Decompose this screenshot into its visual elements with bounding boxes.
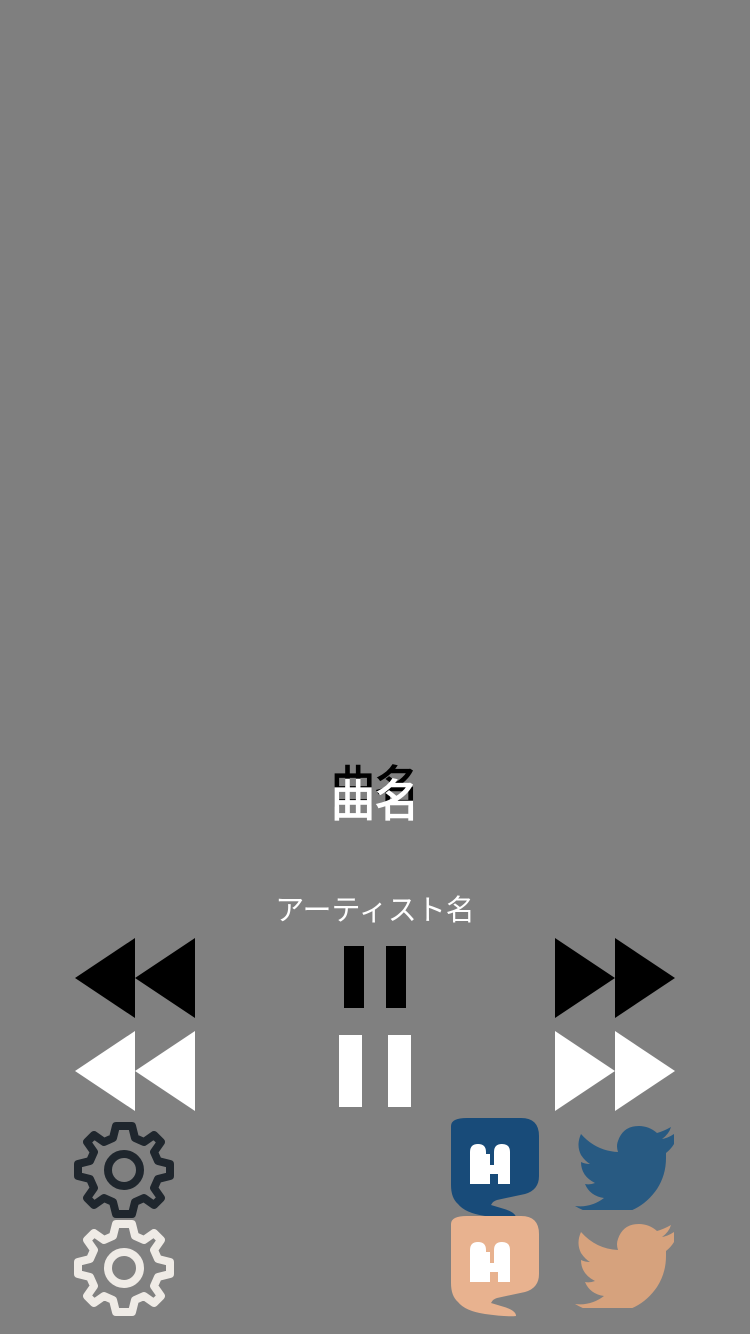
pause-icon[interactable] bbox=[344, 946, 406, 1008]
artist-name: アーティスト名 bbox=[275, 893, 475, 927]
mastodon-icon[interactable] bbox=[443, 1216, 545, 1318]
song-title: 曲名 bbox=[331, 776, 419, 827]
gear-icon[interactable] bbox=[72, 1118, 176, 1222]
gear-icon[interactable] bbox=[72, 1216, 176, 1320]
pause-icon[interactable] bbox=[339, 1035, 411, 1107]
music-player-screen: 曲名 曲名 アーティスト名 bbox=[0, 0, 750, 1334]
twitter-icon[interactable] bbox=[575, 1126, 677, 1210]
fast-forward-icon[interactable] bbox=[555, 938, 677, 1018]
album-art-area bbox=[0, 0, 750, 760]
mastodon-icon[interactable] bbox=[443, 1118, 545, 1220]
twitter-icon[interactable] bbox=[575, 1224, 677, 1308]
fast-forward-icon[interactable] bbox=[555, 1031, 677, 1111]
rewind-icon[interactable] bbox=[75, 938, 197, 1018]
rewind-icon[interactable] bbox=[75, 1031, 197, 1111]
